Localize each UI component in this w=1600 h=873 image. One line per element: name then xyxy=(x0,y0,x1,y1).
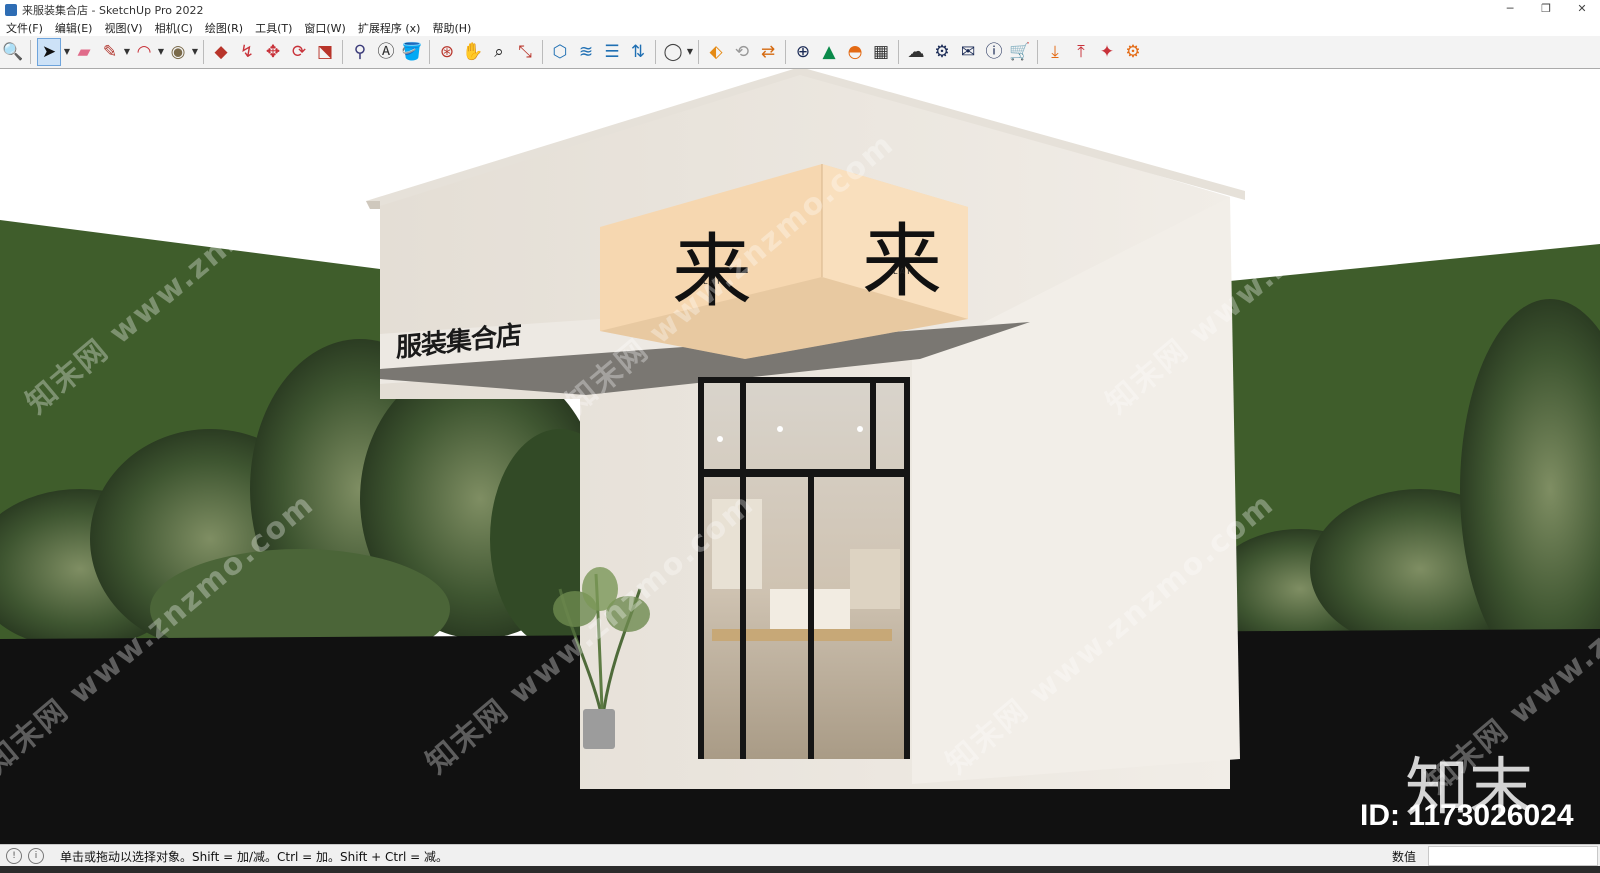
add-circle-icon[interactable]: ⊕ xyxy=(792,39,814,65)
menu-bar: 文件(F) 编辑(E) 视图(V) 相机(C) 绘图(R) 工具(T) 窗口(W… xyxy=(0,20,1600,36)
export-icon[interactable]: ⤒ xyxy=(1070,39,1092,65)
text-icon[interactable]: Ⓐ xyxy=(375,39,397,65)
close-button[interactable]: ✕ xyxy=(1564,0,1600,20)
toolbar-separator xyxy=(698,40,699,64)
dropdown-arrow-icon[interactable]: ▼ xyxy=(123,39,131,65)
main-toolbar: 🔍 ➤ ▼ ▰ ✎ ▼ ◠ ▼ ◉ ▼ ◆ ↯ ✥ ⟳ ⬔ ⚲ Ⓐ 🪣 ⊛ ✋ ⌕ ⤡ ⬡ ≋ ☰ ⇅ ◯ ▼ ⬖ ⟲ ⇄ ⊕ ▲ ◓ ▦ ☁ ⚙ ✉ ⓘ 🛒… xyxy=(0,36,1600,69)
cloud-upload-icon[interactable]: ☁ xyxy=(905,39,927,65)
menu-file[interactable]: 文件(F) xyxy=(0,20,49,36)
cart-icon[interactable]: 🛒 xyxy=(1009,39,1031,65)
minimize-button[interactable]: ─ xyxy=(1492,0,1528,20)
taskbar-edge xyxy=(0,866,1600,873)
title-bar: 来服装集合店 - SketchUp Pro 2022 ─ ❐ ✕ xyxy=(0,0,1600,20)
account-icon[interactable]: ◯ xyxy=(662,39,684,65)
eraser-icon[interactable]: ▰ xyxy=(73,39,95,65)
select-icon[interactable]: ➤ xyxy=(37,38,61,66)
menu-window[interactable]: 窗口(W) xyxy=(298,20,351,36)
model-viewport[interactable]: 服装集合店 来 来 LAI LAI 知末网 www.znzmo.com 知末网 … xyxy=(0,68,1600,845)
gear-orange-icon[interactable]: ⚙ xyxy=(1122,39,1144,65)
extension-warehouse-icon[interactable]: ≋ xyxy=(575,39,597,65)
menu-edit[interactable]: 编辑(E) xyxy=(49,20,99,36)
menu-view[interactable]: 视图(V) xyxy=(98,20,148,36)
menu-tools[interactable]: 工具(T) xyxy=(249,20,298,36)
tree-icon[interactable]: ▲ xyxy=(818,39,840,65)
toolbar-separator xyxy=(30,40,31,64)
layer-icon[interactable]: ☰ xyxy=(601,39,623,65)
dropdown-arrow-icon[interactable]: ▼ xyxy=(63,39,71,65)
tape-measure-icon[interactable]: ⚲ xyxy=(349,39,371,65)
warehouse-icon[interactable]: ⬡ xyxy=(549,39,571,65)
pencil-icon[interactable]: ✎ xyxy=(99,39,121,65)
credits-icon[interactable]: i xyxy=(28,848,44,864)
follow-me-icon[interactable]: ↯ xyxy=(236,39,258,65)
move-icon[interactable]: ✥ xyxy=(262,39,284,65)
dropdown-arrow-icon[interactable]: ▼ xyxy=(191,39,199,65)
model-id-label: ID: 1173026024 xyxy=(1360,799,1574,832)
toolbar-separator xyxy=(542,40,543,64)
toolbar-separator xyxy=(203,40,204,64)
push-pull-icon[interactable]: ◆ xyxy=(210,39,232,65)
checker-icon[interactable]: ▦ xyxy=(870,39,892,65)
toolbar-separator xyxy=(1037,40,1038,64)
extension-orange-icon[interactable]: ⬖ xyxy=(705,39,727,65)
menu-draw[interactable]: 绘图(R) xyxy=(199,20,249,36)
dropdown-arrow-icon[interactable]: ▼ xyxy=(686,39,694,65)
dropdown-arrow-icon[interactable]: ▼ xyxy=(157,39,165,65)
measurements-input[interactable] xyxy=(1428,846,1598,866)
pan-icon[interactable]: ✋ xyxy=(462,39,484,65)
share-model-icon[interactable]: ⇅ xyxy=(627,39,649,65)
mail-icon[interactable]: ✉ xyxy=(957,39,979,65)
plugin-icon[interactable]: ✦ xyxy=(1096,39,1118,65)
toolbar-separator xyxy=(785,40,786,64)
status-bar: ! i 单击或拖动以选择对象。Shift = 加/减。Ctrl = 加。Shif… xyxy=(0,844,1600,867)
orbit-icon[interactable]: ⊛ xyxy=(436,39,458,65)
circle-icon[interactable]: ◉ xyxy=(167,39,189,65)
sun-icon[interactable]: ◓ xyxy=(844,39,866,65)
arc-icon[interactable]: ◠ xyxy=(133,39,155,65)
geo-location-icon[interactable]: ! xyxy=(6,848,22,864)
info-icon[interactable]: ⓘ xyxy=(983,39,1005,65)
settings-gears-icon[interactable]: ⚙ xyxy=(931,39,953,65)
scale-icon[interactable]: ⬔ xyxy=(314,39,336,65)
status-message: 单击或拖动以选择对象。Shift = 加/减。Ctrl = 加。Shift + … xyxy=(60,849,449,864)
toolbar-separator xyxy=(429,40,430,64)
window-title: 来服装集合店 - SketchUp Pro 2022 xyxy=(22,4,204,17)
refresh-icon[interactable]: ⟲ xyxy=(731,39,753,65)
restore-button[interactable]: ❐ xyxy=(1528,0,1564,20)
sketchup-app-icon xyxy=(5,4,17,16)
zoom-icon[interactable]: ⌕ xyxy=(488,39,510,65)
measurements-label: 数值 xyxy=(1392,850,1417,864)
menu-camera[interactable]: 相机(C) xyxy=(149,20,199,36)
paint-bucket-icon[interactable]: 🪣 xyxy=(401,39,423,65)
toolbar-separator xyxy=(898,40,899,64)
menu-extensions[interactable]: 扩展程序 (x) xyxy=(352,20,427,36)
toolbar-separator xyxy=(655,40,656,64)
rotate-icon[interactable]: ⟳ xyxy=(288,39,310,65)
swap-icon[interactable]: ⇄ xyxy=(757,39,779,65)
zoom-window-icon[interactable]: ⤡ xyxy=(514,39,536,65)
zoom-extents-icon[interactable]: 🔍 xyxy=(2,39,24,65)
lightbox-sub-side: LAI xyxy=(893,267,912,276)
toolbar-separator xyxy=(342,40,343,64)
import-icon[interactable]: ⤓ xyxy=(1044,39,1066,65)
lightbox-char-side: 来 xyxy=(862,215,942,308)
menu-help[interactable]: 帮助(H) xyxy=(426,20,477,36)
